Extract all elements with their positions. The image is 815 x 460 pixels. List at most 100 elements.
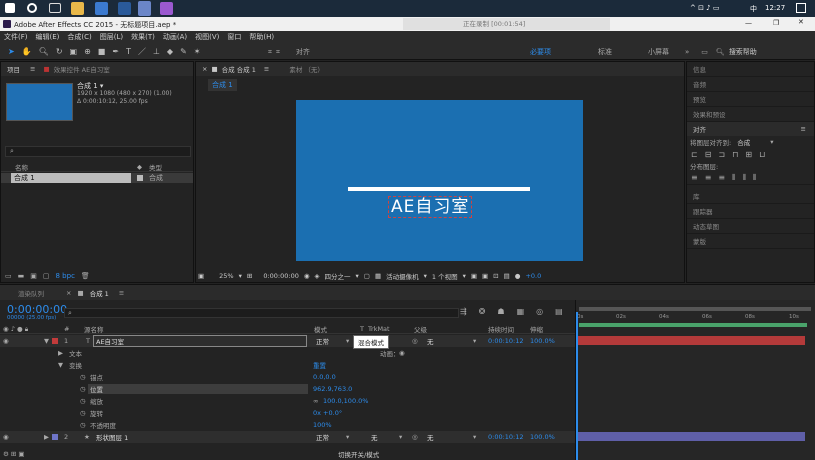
col-type[interactable]: 类型	[149, 162, 162, 172]
playhead[interactable]	[576, 312, 578, 460]
distribute-left-icon[interactable]: ⫴	[732, 173, 735, 183]
prop-value[interactable]: 0.0,0.0	[313, 373, 336, 381]
app-icon[interactable]	[95, 2, 108, 15]
align-hcenter-icon[interactable]: ⊟	[705, 150, 712, 159]
visibility-eye-icon[interactable]: ◉	[3, 433, 9, 441]
menu-view[interactable]: 视图(V)	[195, 32, 219, 42]
toggle-switches-modes[interactable]: 切换开关/模式	[338, 449, 379, 459]
text-layer[interactable]: AE自习室	[388, 196, 473, 218]
after-effects-taskbar-icon[interactable]	[160, 2, 173, 15]
zoom-tool-icon[interactable]: 🔍︎	[39, 47, 49, 56]
chevron-down-icon[interactable]: ▾	[239, 272, 242, 280]
brush-tool-icon[interactable]: ／	[138, 46, 146, 57]
layer-bar-2[interactable]	[577, 432, 805, 441]
stopwatch-icon[interactable]: ◷	[80, 397, 86, 405]
parent-pickwhip-icon[interactable]: ◎	[412, 433, 418, 441]
notification-icon[interactable]	[796, 3, 806, 13]
layer-name[interactable]: AE自习室	[93, 335, 307, 347]
tab-footage[interactable]: 素材 （无）	[289, 64, 324, 74]
parent-select[interactable]: 无	[427, 432, 434, 442]
menu-effect[interactable]: 效果(T)	[131, 32, 155, 42]
panel-menu-icon[interactable]: ≡	[264, 65, 269, 73]
chevron-down-icon[interactable]: ▾	[463, 272, 466, 280]
comp-canvas[interactable]: AE自习室	[296, 100, 583, 261]
chevron-down-icon[interactable]: ▾	[770, 138, 773, 146]
prop-row[interactable]: ◷ 锚点 0.0,0.0	[0, 371, 575, 383]
cortana-icon[interactable]	[27, 3, 37, 13]
transform-group-row[interactable]: ▼ 变换 重置	[0, 359, 575, 371]
prop-row[interactable]: ◷ 缩放 ∞ 100.0,100.0%	[0, 395, 575, 407]
panel-menu-icon[interactable]: ≡	[119, 289, 124, 297]
menu-composition[interactable]: 合成(C)	[67, 32, 91, 42]
project-item-comp1[interactable]: 合成 1 合成	[1, 173, 193, 183]
toggle-icon[interactable]: ▣	[471, 272, 477, 280]
toggle-icon[interactable]: ⊡	[493, 272, 498, 280]
align-vcenter-icon[interactable]: ⊞	[745, 150, 752, 159]
zoom-select[interactable]: 25%	[219, 272, 233, 280]
chevron-down-icon[interactable]: ▾	[473, 433, 476, 441]
draft-3d-icon[interactable]: ❂	[479, 307, 486, 316]
layer-bar-1[interactable]	[577, 336, 805, 345]
timecode-display[interactable]: 0:00:00:00	[263, 272, 299, 280]
panel-info[interactable]: 信息	[687, 62, 814, 77]
prop-value[interactable]: 962.9,763.0	[313, 385, 352, 393]
minimize-icon[interactable]: —	[745, 19, 752, 27]
text-group-row[interactable]: ▶ 文本 动画： ◉	[0, 347, 575, 359]
eraser-tool-icon[interactable]: ◆	[167, 47, 173, 56]
col-trkmat[interactable]: TrkMat	[368, 325, 390, 333]
views-select[interactable]: 1 个视图	[432, 271, 458, 281]
distribute-right-icon[interactable]: ⫴	[753, 173, 756, 183]
shape-tool-icon[interactable]: ■	[98, 47, 106, 56]
chevron-down-icon[interactable]: ▾	[424, 272, 427, 280]
interpret-footage-icon[interactable]: ▭	[5, 272, 12, 280]
chevron-down-icon[interactable]: ▾	[356, 272, 359, 280]
stopwatch-icon[interactable]: ◷	[80, 409, 86, 417]
lock-icon[interactable]: ■	[211, 65, 217, 73]
clock[interactable]: 12:27	[765, 4, 785, 12]
mode-select[interactable]: 正常	[316, 336, 329, 346]
task-view-icon[interactable]	[49, 3, 61, 13]
transparency-icon[interactable]: ▦	[375, 272, 381, 280]
distribute-hcenter-icon[interactable]: ⫴	[742, 173, 745, 183]
chevron-down-icon[interactable]: ▾	[346, 337, 349, 345]
layer-row-1[interactable]: ◉ ▼ 1 T AE自习室 正常 ▾ ◎ 无 ▾ 0:00:10:12 100.…	[0, 335, 575, 347]
trkmat-select[interactable]: 无	[371, 432, 378, 442]
add-animator-icon[interactable]: ◉	[399, 349, 405, 357]
layer-name[interactable]: 形状图层 1	[96, 432, 128, 442]
close-icon[interactable]: ×	[66, 289, 71, 297]
tab-align[interactable]: 对齐	[693, 124, 706, 134]
close-icon[interactable]: ✕	[798, 18, 804, 26]
app-icon[interactable]	[118, 2, 131, 15]
hand-tool-icon[interactable]: ✋	[22, 47, 32, 56]
bpc-indicator[interactable]: 8 bpc	[56, 272, 75, 280]
preview-icon[interactable]: ▣	[198, 272, 204, 280]
chevron-down-icon[interactable]: ▾	[473, 337, 476, 345]
twirl-down-icon[interactable]: ▼	[58, 361, 63, 369]
work-area-bar[interactable]	[579, 323, 807, 327]
layer-stretch[interactable]: 100.0%	[530, 337, 555, 345]
search-help[interactable]: 搜索帮助	[729, 47, 757, 57]
col-name[interactable]: 名称	[15, 162, 28, 172]
toggle-icon[interactable]: ▤	[504, 272, 510, 280]
visibility-eye-icon[interactable]: ◉	[3, 337, 9, 345]
col-source-name[interactable]: 源名称	[84, 324, 104, 334]
shape-layer-line[interactable]	[348, 187, 530, 191]
stopwatch-icon[interactable]: ◷	[80, 385, 86, 393]
snap-icon[interactable]: ⌗	[276, 48, 280, 57]
align-toggle[interactable]: 对齐	[296, 47, 310, 57]
menu-file[interactable]: 文件(F)	[4, 32, 28, 42]
panel-tracker[interactable]: 跟踪器	[687, 204, 814, 219]
align-left-icon[interactable]: ⊏	[691, 150, 698, 159]
twirl-right-icon[interactable]: ▶	[58, 349, 63, 357]
motion-blur-icon[interactable]: ◎	[536, 307, 543, 316]
panel-libraries[interactable]: 库	[687, 189, 814, 204]
distribute-vcenter-icon[interactable]: ≡	[705, 173, 712, 182]
quality-select[interactable]: 四分之一	[325, 271, 351, 281]
menu-animation[interactable]: 动画(A)	[163, 32, 187, 42]
app-icon[interactable]	[138, 1, 151, 16]
pan-behind-tool-icon[interactable]: ⊕	[84, 47, 91, 56]
roi-icon[interactable]: ▢	[364, 272, 370, 280]
graph-editor-icon[interactable]: ▤	[555, 307, 563, 316]
parent-select[interactable]: 无	[427, 336, 434, 346]
explorer-icon[interactable]	[71, 2, 84, 15]
